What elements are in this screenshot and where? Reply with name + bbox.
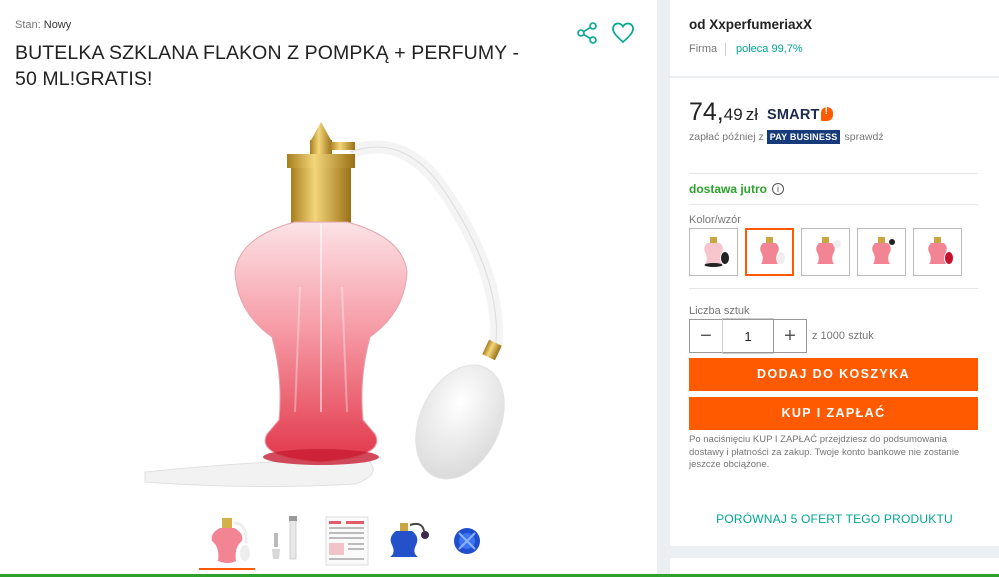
smart-label: SMART xyxy=(767,107,820,123)
variant-option-5[interactable] xyxy=(913,228,962,276)
variant-selector xyxy=(689,228,969,276)
divider xyxy=(725,43,726,56)
compare-panel: PORÓWNAJ 5 OFERT TEGO PRODUKTU xyxy=(670,491,999,546)
seller-name[interactable]: od XxperfumeriaxX xyxy=(689,17,812,32)
thumbnail-3[interactable] xyxy=(317,510,377,570)
seller-type: Firma xyxy=(689,43,718,55)
buy-box: 74,49zł SMART zapłać później z PAY BUSIN… xyxy=(670,78,999,545)
product-image[interactable] xyxy=(125,112,545,502)
pay-business-logo: PAY BUSINESS xyxy=(766,130,841,144)
product-gallery-panel: Stan: Nowy BUTELKA SZKLANA FLAKON Z POMP… xyxy=(0,0,657,577)
price: 74,49 zł xyxy=(689,98,758,127)
buy-now-button[interactable]: KUP I ZAPŁAĆ xyxy=(689,397,978,430)
seller-panel: od XxperfumeriaxX Firma poleca 99,7% xyxy=(670,0,999,76)
condition-info: Stan: Nowy xyxy=(15,19,71,31)
seller-prefix: od xyxy=(689,17,706,32)
quantity-max: z 1000 sztuk xyxy=(812,330,874,342)
quantity-input[interactable] xyxy=(722,318,774,354)
minus-icon[interactable]: − xyxy=(689,319,723,353)
pay-later: zapłać później z PAY BUSINESS sprawdź xyxy=(689,130,884,144)
divider xyxy=(689,288,978,289)
delivery-info: dostawa jutro i xyxy=(689,182,785,196)
smart-badge[interactable]: SMART xyxy=(767,106,833,123)
pay-later-link[interactable]: sprawdź xyxy=(844,131,883,143)
variant-option-3[interactable] xyxy=(801,228,850,276)
variant-option-2[interactable] xyxy=(745,228,794,276)
divider xyxy=(689,204,978,205)
quantity-stepper: − + xyxy=(689,318,807,354)
variant-option-4[interactable] xyxy=(857,228,906,276)
thumbnail-2[interactable] xyxy=(257,510,317,570)
condition-label: Stan: xyxy=(15,19,41,31)
price-cents: 49 xyxy=(723,105,743,124)
seller-name-text[interactable]: XxperfumeriaxX xyxy=(709,17,812,32)
thumbnail-strip xyxy=(197,510,497,570)
share-icon[interactable] xyxy=(576,22,598,44)
heart-icon[interactable] xyxy=(611,21,635,45)
product-title: BUTELKA SZKLANA FLAKON Z POMPKĄ + PERFUM… xyxy=(15,42,520,90)
price-currency: zł xyxy=(745,105,758,124)
variant-option-1[interactable] xyxy=(689,228,738,276)
add-to-cart-button[interactable]: DODAJ DO KOSZYKA xyxy=(689,358,978,391)
buy-disclaimer: Po naciśnięciu KUP I ZAPŁAĆ przejdziesz … xyxy=(689,434,960,470)
info-icon[interactable]: i xyxy=(772,183,785,195)
thumbnail-4[interactable] xyxy=(377,510,437,570)
delivery-text: dostawa jutro xyxy=(689,182,768,196)
plus-icon[interactable]: + xyxy=(773,319,807,353)
condition-value: Nowy xyxy=(43,19,72,31)
smart-icon xyxy=(820,106,833,121)
variant-label: Kolor/wzór xyxy=(689,214,741,226)
pay-later-text: zapłać później z xyxy=(689,131,764,143)
price-main: 74, xyxy=(689,98,724,126)
compare-offers-link[interactable]: PORÓWNAJ 5 OFERT TEGO PRODUKTU xyxy=(670,512,999,526)
divider xyxy=(689,173,978,174)
thumbnail-5[interactable] xyxy=(437,510,497,570)
thumbnail-1[interactable] xyxy=(197,510,257,570)
seller-rating[interactable]: poleca 99,7% xyxy=(736,43,803,55)
quantity-label: Liczba sztuk xyxy=(689,305,750,317)
